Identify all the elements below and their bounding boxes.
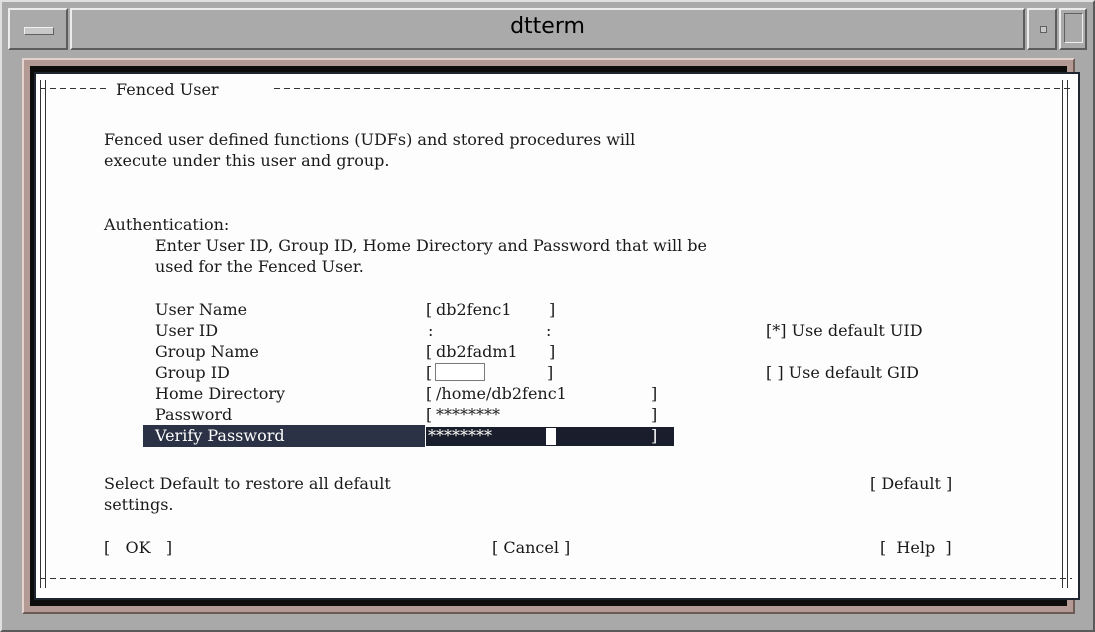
minimize-icon	[1040, 26, 1047, 33]
verify-password-label: Verify Password	[143, 425, 425, 447]
title-area[interactable]: dtterm	[70, 8, 1025, 50]
minimize-button[interactable]	[1027, 8, 1057, 50]
user-name-label: User Name	[155, 300, 248, 319]
text-cursor	[546, 428, 556, 445]
group-name-value: db2fadm1	[436, 342, 518, 361]
use-default-uid-checkbox[interactable]: [*] Use default UID	[766, 320, 923, 342]
default-description-2: settings.	[104, 495, 174, 514]
window-menu-button[interactable]	[8, 8, 68, 50]
window-title: dtterm	[510, 14, 585, 39]
user-id-label: User ID	[155, 321, 219, 340]
password-label: Password	[155, 405, 233, 424]
cancel-button[interactable]: [ Cancel ]	[492, 537, 570, 559]
dialog-heading: Fenced User	[116, 80, 219, 99]
password-value: ********	[436, 405, 500, 424]
title-bar[interactable]: dtterm	[8, 8, 1087, 50]
use-default-gid-checkbox[interactable]: [ ] Use default GID	[766, 362, 919, 384]
ok-button[interactable]: [ OK ]	[104, 537, 172, 559]
authentication-label: Authentication:	[104, 215, 230, 234]
group-name-label: Group Name	[155, 342, 259, 361]
user-name-value: db2fenc1	[436, 300, 512, 319]
terminal-screen[interactable]: Fenced User Fenced user defined function…	[34, 72, 1080, 600]
authentication-text-1: Enter User ID, Group ID, Home Directory …	[155, 236, 707, 255]
default-description-1: Select Default to restore all default	[104, 474, 391, 493]
home-directory-label: Home Directory	[155, 384, 286, 403]
authentication-text-2: used for the Fenced User.	[155, 257, 364, 276]
group-id-label: Group ID	[155, 363, 230, 382]
verify-password-value: ********	[428, 426, 492, 445]
group-id-input-box	[435, 363, 485, 381]
maximize-button[interactable]	[1059, 8, 1087, 50]
default-button[interactable]: [ Default ]	[870, 473, 952, 495]
help-button[interactable]: [ Help ]	[880, 537, 952, 559]
home-directory-value: /home/db2fenc1	[436, 384, 567, 403]
intro-text-1: Fenced user defined functions (UDFs) and…	[104, 130, 636, 149]
maximize-icon	[1064, 13, 1083, 43]
intro-text-2: execute under this user and group.	[104, 151, 390, 170]
window-menu-icon	[24, 27, 54, 35]
